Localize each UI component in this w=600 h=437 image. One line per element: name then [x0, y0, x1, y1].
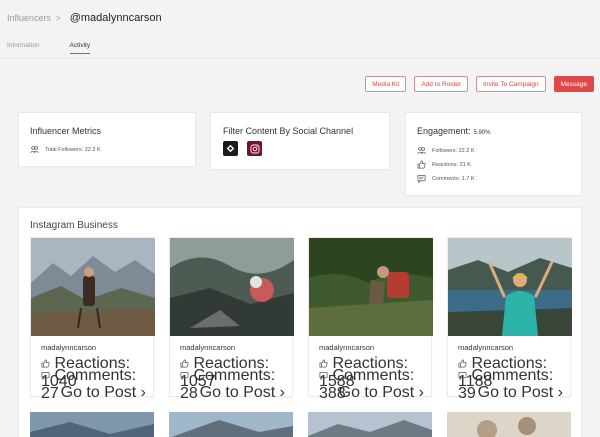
- chevron-right-icon: ›: [279, 384, 285, 401]
- breadcrumb-parent[interactable]: Influencers: [7, 13, 51, 23]
- thumbs-up-icon: [417, 160, 426, 169]
- comment-icon: [180, 371, 189, 380]
- tab-activity[interactable]: Activity: [69, 42, 91, 54]
- add-to-roster-button[interactable]: Add to Roster: [414, 76, 469, 92]
- tiktok-like-icon[interactable]: [223, 141, 238, 156]
- chevron-right-icon: ›: [418, 384, 424, 401]
- post-username: madalynncarson: [41, 343, 97, 352]
- posts-section: Instagram Business madalynncarson Reacti…: [18, 207, 582, 437]
- post-image: [31, 238, 155, 336]
- post-image: [309, 238, 433, 336]
- post-image: [170, 238, 294, 336]
- users-icon: [30, 145, 39, 154]
- engagement-rate: 5.90%: [473, 130, 491, 136]
- go-to-post-link[interactable]: Go to Post ›: [478, 384, 563, 402]
- comment-icon: [319, 371, 328, 380]
- post-card[interactable]: madalynncarson Reactions: 1188 Comments:…: [447, 237, 572, 402]
- comment-icon: [458, 371, 467, 380]
- post-username: madalynncarson: [458, 343, 514, 352]
- engagement-reactions: Reactions: 31 K: [432, 161, 471, 168]
- comment-icon: [41, 371, 50, 380]
- message-button[interactable]: Message: [553, 76, 594, 92]
- post-username: madalynncarson: [319, 343, 375, 352]
- engagement-followers: Followers: 22.2 K: [432, 147, 475, 154]
- total-followers: Total Followers: 22.2 K: [45, 146, 101, 153]
- post-image: [308, 412, 432, 437]
- users-icon: [417, 146, 426, 155]
- page-title: @madalynncarson: [69, 12, 162, 24]
- filter-content-card: Filter Content By Social Channel: [210, 112, 390, 170]
- tab-information[interactable]: Information: [7, 42, 40, 54]
- influencer-metrics-card: Influencer Metrics Total Followers: 22.2…: [18, 112, 196, 167]
- go-to-post-link[interactable]: Go to Post ›: [200, 384, 285, 402]
- invite-to-campaign-button[interactable]: Invite To Campaign: [476, 76, 546, 92]
- chevron-right-icon: ›: [140, 384, 146, 401]
- instagram-icon[interactable]: [247, 141, 262, 156]
- go-to-post-link[interactable]: Go to Post ›: [61, 384, 146, 402]
- post-username: madalynncarson: [180, 343, 236, 352]
- post-card[interactable]: madalynncarson Reactions: 1057 Comments:…: [169, 237, 294, 402]
- filter-title: Filter Content By Social Channel: [223, 126, 354, 136]
- post-card[interactable]: madalynncarson Reactions: 1588 Comments:…: [308, 237, 433, 402]
- engagement-comments: Comments: 1.7 K: [432, 175, 475, 182]
- breadcrumb: Influencers > @madalynncarson: [7, 12, 162, 24]
- media-kit-button[interactable]: Media Kit: [365, 76, 407, 92]
- comment-icon: [417, 174, 426, 183]
- post-image: [30, 412, 154, 437]
- breadcrumb-separator: >: [56, 13, 61, 23]
- go-to-post-link[interactable]: Go to Post ›: [339, 384, 424, 402]
- divider: [0, 58, 600, 59]
- chevron-right-icon: ›: [557, 384, 563, 401]
- post-image: [447, 412, 571, 437]
- tab-bar: Information Activity: [7, 42, 120, 54]
- metrics-title: Influencer Metrics: [30, 126, 102, 136]
- post-image: [169, 412, 293, 437]
- section-title: Instagram Business: [30, 220, 118, 231]
- post-image: [448, 238, 572, 336]
- engagement-card: Engagement: 5.90% Followers: 22.2 K Reac…: [405, 112, 582, 196]
- engagement-title: Engagement:: [417, 126, 471, 136]
- post-card[interactable]: madalynncarson Reactions: 1040 Comments:…: [30, 237, 155, 402]
- action-bar: Media Kit Add to Roster Invite To Campai…: [365, 76, 594, 92]
